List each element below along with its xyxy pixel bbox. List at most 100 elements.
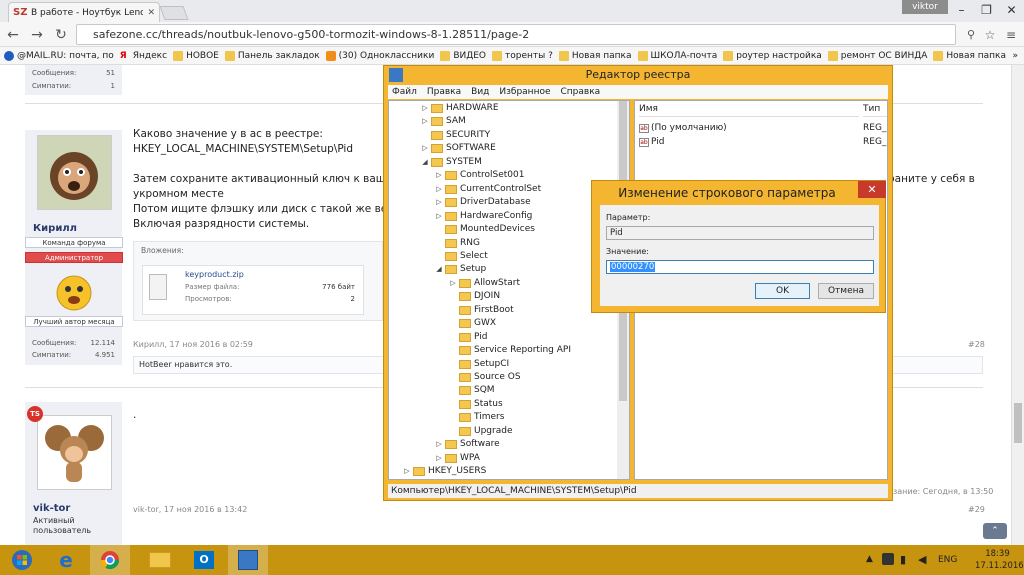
tree-node[interactable]: ▷ Software — [435, 438, 500, 451]
bookmark-item[interactable]: @MAIL.RU: почта, по — [4, 50, 114, 61]
bookmark-item[interactable]: ШКОЛА-почта — [637, 50, 717, 61]
tree-node[interactable]: ▷ HKEY_USERS — [403, 465, 486, 478]
close-tab-icon[interactable]: ✕ — [147, 8, 155, 18]
tray-chevron-icon[interactable]: ▲ — [866, 554, 873, 564]
regedit-menu-item[interactable]: Вид — [471, 85, 489, 99]
more-bookmarks-icon[interactable]: » — [1012, 51, 1018, 61]
tree-node[interactable]: ▷ SAM — [421, 115, 466, 128]
regedit-menu-item[interactable]: Файл — [392, 85, 417, 99]
avatar-viktor[interactable] — [37, 415, 112, 490]
ie-taskbar-icon[interactable]: e — [46, 545, 86, 575]
tree-node[interactable]: MountedDevices — [435, 223, 535, 236]
tree-node[interactable]: Service Reporting API — [449, 344, 571, 357]
page-scrollbar[interactable] — [1011, 65, 1024, 545]
tree-node[interactable]: SQM — [449, 384, 495, 397]
menu-icon[interactable]: ≡ — [1002, 26, 1020, 44]
avatar-kirill[interactable] — [37, 135, 112, 210]
explorer-taskbar-icon[interactable] — [140, 545, 180, 575]
value-data-field[interactable]: 00000270 — [606, 260, 874, 274]
column-type-header[interactable]: Тип — [863, 101, 887, 117]
bookmark-item[interactable]: (30) Одноклассники — [325, 50, 434, 61]
chrome-taskbar-icon[interactable] — [90, 545, 130, 575]
scroll-top-button[interactable]: ⌃ — [983, 523, 1007, 539]
tree-node[interactable]: FirstBoot — [449, 304, 514, 317]
new-tab-button[interactable] — [159, 6, 189, 20]
volume-icon[interactable]: ◀ — [918, 553, 926, 566]
expander-icon[interactable]: ◢ — [435, 263, 443, 276]
bookmark-item[interactable]: Я Яндекс — [120, 51, 167, 61]
expander-icon[interactable]: ▷ — [435, 210, 443, 223]
bookmark-item[interactable]: Новая папка — [558, 50, 632, 61]
reload-icon[interactable]: ↻ — [52, 26, 70, 44]
bookmark-item[interactable]: роутер настройка — [723, 50, 822, 61]
tray-app-icon[interactable] — [882, 553, 894, 565]
maximize-icon[interactable]: ❐ — [974, 0, 999, 20]
ok-button[interactable]: OK — [755, 283, 810, 299]
bookmark-item[interactable]: ВИДЕО — [440, 50, 486, 61]
start-button[interactable] — [2, 545, 42, 575]
expander-icon[interactable]: ▷ — [421, 102, 429, 115]
tree-node[interactable]: ▷ WPA — [435, 452, 480, 465]
tree-node[interactable]: ◢ Setup — [435, 263, 486, 276]
tree-node[interactable]: SECURITY — [421, 129, 490, 142]
scrollbar-thumb[interactable] — [1014, 403, 1022, 443]
address-bar[interactable]: safezone.cc/threads/noutbuk-lenovo-g500-… — [76, 24, 956, 45]
expander-icon[interactable]: ▷ — [435, 169, 443, 182]
tree-node[interactable]: ▷ DriverDatabase — [435, 196, 531, 209]
bookmark-item[interactable]: ремонт ОС ВИНДА — [827, 50, 927, 61]
back-icon[interactable]: ← — [4, 26, 22, 44]
tree-node[interactable]: ▷ SOFTWARE — [421, 142, 496, 155]
username-viktor[interactable]: vik-tor — [33, 503, 70, 514]
expander-icon[interactable]: ▷ — [403, 465, 411, 478]
tree-node[interactable]: ▷ HardwareConfig — [435, 210, 532, 223]
expander-icon[interactable]: ▷ — [435, 196, 443, 209]
forward-icon[interactable]: → — [28, 26, 46, 44]
network-icon[interactable]: ▮ — [900, 553, 906, 566]
pin-icon[interactable]: ⚲ — [962, 26, 980, 44]
outlook-taskbar-icon[interactable]: O — [184, 545, 224, 575]
bookmark-item[interactable]: НОВОЕ — [173, 50, 219, 61]
file-name[interactable]: keyproduct.zip — [185, 270, 244, 279]
tree-node[interactable]: Source OS — [449, 371, 521, 384]
minimize-icon[interactable]: – — [949, 0, 974, 20]
close-window-icon[interactable]: ✕ — [999, 0, 1024, 20]
regedit-menu-item[interactable]: Правка — [427, 85, 461, 99]
profile-name[interactable]: viktor — [902, 0, 948, 14]
language-indicator[interactable]: ENG — [938, 555, 957, 565]
post-footer[interactable]: vik-tor, 17 ноя 2016 в 13:42 — [133, 505, 247, 514]
browser-tab[interactable]: SZ В работе - Ноутбук Lenovo ✕ — [8, 2, 160, 22]
tree-node[interactable]: Status — [449, 398, 503, 411]
bookmark-star-icon[interactable]: ☆ — [981, 26, 999, 44]
cancel-button[interactable]: Отмена — [818, 283, 874, 299]
regedit-taskbar-icon[interactable] — [228, 545, 268, 575]
tree-node[interactable]: Timers — [449, 411, 504, 424]
post-number[interactable]: #28 — [968, 340, 985, 349]
tree-node[interactable]: ▷ ControlSet001 — [435, 169, 525, 182]
tree-node[interactable]: Upgrade — [449, 425, 512, 438]
attachment-card[interactable]: keyproduct.zip Размер файла: 776 байт Пр… — [142, 265, 364, 315]
tree-node[interactable]: Select — [435, 250, 488, 263]
post-number[interactable]: #29 — [968, 505, 985, 514]
value-row[interactable]: ab (По умолчанию) — [639, 122, 727, 135]
column-name-header[interactable]: Имя — [639, 101, 859, 117]
expander-icon[interactable]: ▷ — [435, 452, 443, 465]
tree-node[interactable]: ▷ HARDWARE — [421, 102, 499, 115]
regedit-menu-item[interactable]: Справка — [561, 85, 601, 99]
expander-icon[interactable]: ▷ — [421, 142, 429, 155]
tree-node[interactable]: ▷ CurrentControlSet — [435, 183, 541, 196]
tree-node[interactable]: Pid — [449, 331, 487, 344]
tree-node[interactable]: SetupCI — [449, 358, 509, 371]
expander-icon[interactable]: ▷ — [449, 277, 457, 290]
regedit-menu-item[interactable]: Избранное — [499, 85, 550, 99]
bookmark-item[interactable]: Новая папка — [933, 50, 1006, 61]
bookmark-item[interactable]: торенты ? — [492, 50, 553, 61]
tree-node[interactable]: RNG — [435, 237, 480, 250]
bookmark-item[interactable]: Панель закладок — [224, 50, 320, 61]
dialog-close-button[interactable]: ✕ — [858, 181, 886, 198]
expander-icon[interactable]: ▷ — [435, 183, 443, 196]
tree-node[interactable]: ◢ SYSTEM — [421, 156, 482, 169]
post-footer[interactable]: Кирилл, 17 ноя 2016 в 02:59 — [133, 340, 253, 349]
tree-node[interactable]: ▷ AllowStart — [449, 277, 520, 290]
expander-icon[interactable]: ◢ — [421, 156, 429, 169]
tree-node[interactable]: DJOIN — [449, 290, 500, 303]
